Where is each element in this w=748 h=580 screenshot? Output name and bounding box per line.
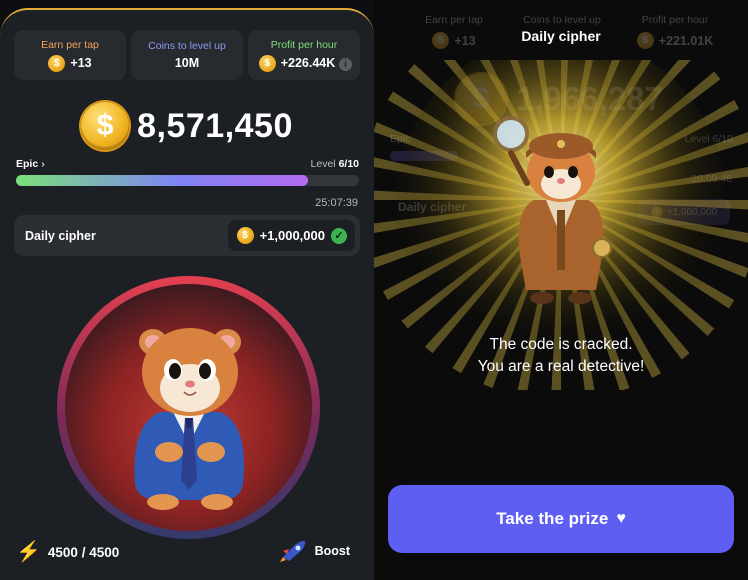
coin-icon: $ [258,54,276,72]
profit-per-hour-value: +226.44K [280,56,336,70]
level-name: Epic [16,158,39,170]
dollar-coin-icon: $ [456,74,506,124]
ghost-stat-label: Coins to level up [523,14,601,26]
coins-to-level-up-value: 10M [174,56,200,70]
boost-label: Boost [314,544,350,558]
earn-per-tap-value: +13 [70,56,92,70]
ghost-balance-value: 1,966,287 [516,80,663,117]
heart-icon: ♥ [616,510,626,527]
daily-cipher-label: Daily cipher [25,228,96,243]
earn-per-tap-value-row: $ +13 [48,54,92,72]
take-prize-button[interactable]: Take the prize ♥ [388,485,734,553]
coins-to-level-up-label: Coins to level up [148,40,226,52]
level-row: Epic › Level 6/10 [16,158,359,170]
main-panel: Earn per tap $ +13 Coins to level up 10M… [0,8,374,580]
daily-cipher-bar[interactable]: Daily cipher $ +1,000,000 ✓ [14,215,360,256]
ghost-timer: 20:09:48 [691,173,732,185]
level-progress-fill [16,175,308,186]
success-message: The code is cracked. You are a real dete… [374,334,748,378]
ghost-cipher-reward-value: +1,000,000 [666,206,718,218]
profit-per-hour-label: Profit per hour [270,38,338,51]
coin-icon: $ [48,54,66,72]
modal-title: Daily cipher [521,28,601,44]
hamster-ceo-illustration [134,328,245,510]
ghost-level-value: Level 6/10 [684,133,733,145]
boost-button[interactable]: Boost [279,539,350,563]
success-message-line1: The code is cracked. [489,336,633,353]
coins-to-level-up-card[interactable]: Coins to level up 10M [131,30,243,80]
ghost-cipher-label: Daily cipher [398,200,467,214]
chevron-right-icon: › [41,158,45,170]
take-prize-label: Take the prize [496,509,609,528]
rocket-icon [279,540,305,562]
ghost-progress-bar [390,151,458,161]
check-icon: ✓ [331,227,347,244]
success-message-line2: You are a real detective! [477,358,645,375]
ghost-balance: $ 1,966,287 [456,74,663,124]
earn-per-tap-label: Earn per tap [41,38,99,51]
stats-row: Earn per tap $ +13 Coins to level up 10M… [14,30,360,80]
balance-value: 8,571,450 [137,106,293,145]
level-label: Level [310,158,336,170]
coin-icon: $ [236,227,254,244]
ghost-stat-label: Earn per tap [425,14,483,26]
cipher-result-screen: Earn per tap $ +13 Coins to level up Prof… [374,0,748,580]
dollar-coin-icon: $ [81,102,130,150]
daily-cipher-reward: $ +1,000,000 ✓ [227,220,355,251]
coin-icon: $ [650,206,663,218]
ghost-level-name: Epic [390,133,411,145]
level-indicator: Level 6/10 [311,158,359,170]
coins-to-level-up-value-row: 10M [175,56,199,70]
profit-per-hour-value-row: $ +226.44K [258,54,336,72]
tap-button-inner [65,284,312,531]
level-progress-bar [16,175,359,186]
tap-button[interactable] [57,276,320,539]
level-value: 6/10 [338,158,359,170]
lightning-icon: ⚡ [16,541,41,563]
main-screen: Earn per tap $ +13 Coins to level up 10M… [0,0,374,580]
profit-per-hour-card[interactable]: Profit per hour $ +226.44K i [248,30,360,80]
earn-per-tap-card[interactable]: Earn per tap $ +13 [14,30,126,80]
energy-value: 4500 / 4500 [47,544,120,560]
info-icon[interactable]: i [339,58,352,71]
ghost-cipher-reward: $ +1,000,000 [638,199,730,225]
daily-cipher-reward-value: +1,000,000 [259,228,325,243]
ghost-stat-label: Profit per hour [641,14,709,26]
ghost-level-row: Epic Level 6/10 [390,133,733,145]
timer: 25:07:39 [315,197,358,209]
energy-indicator: ⚡ 4500 / 4500 [16,542,119,562]
level-name-link[interactable]: Epic › [16,158,45,170]
balance-display: $ 8,571,450 [0,102,374,150]
